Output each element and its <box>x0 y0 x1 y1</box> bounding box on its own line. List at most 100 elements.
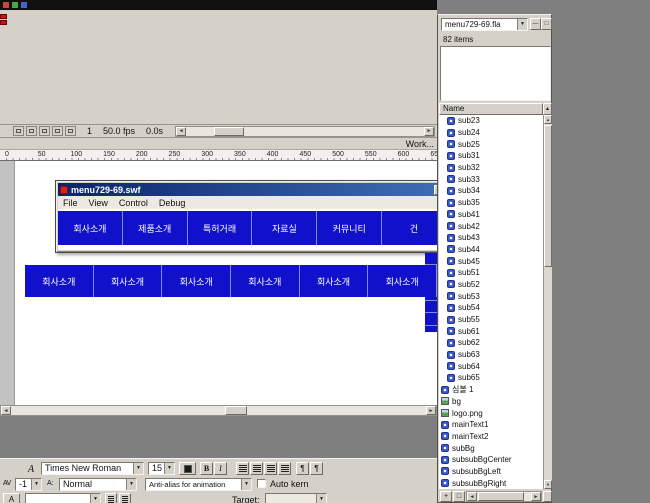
chevron-down-icon[interactable]: ▼ <box>517 19 527 30</box>
nav-menu-item[interactable]: 제품소개 <box>123 211 188 245</box>
library-item[interactable]: sub61 <box>439 325 543 337</box>
library-item[interactable]: subsubBgCenter <box>439 454 543 466</box>
library-item[interactable]: sub54 <box>439 302 543 314</box>
scroll-down-icon[interactable]: ▼ <box>544 480 552 489</box>
char-position-select[interactable]: Normal ▼ <box>59 478 137 491</box>
align-justify-button[interactable] <box>278 462 291 475</box>
library-item[interactable]: subsubBgRight <box>439 477 543 489</box>
new-library-window-button[interactable]: □ <box>541 18 552 30</box>
onion-skin-button[interactable] <box>26 126 37 136</box>
scroll-track[interactable] <box>11 406 426 415</box>
align-left-button[interactable] <box>236 462 249 475</box>
scroll-up-icon[interactable]: ▲ <box>544 115 552 124</box>
chevron-down-icon[interactable]: ▼ <box>90 494 100 503</box>
nav-menu-item[interactable]: 특허거래 <box>188 211 253 245</box>
chevron-down-icon[interactable]: ▼ <box>241 479 251 490</box>
selectable-text-button[interactable] <box>105 493 117 503</box>
library-item[interactable]: sub44 <box>439 244 543 256</box>
chevron-down-icon[interactable]: ▼ <box>316 494 326 503</box>
library-item[interactable]: sub24 <box>439 127 543 139</box>
workspace-label[interactable]: Work... <box>406 139 434 149</box>
menu-item[interactable]: Debug <box>159 198 186 208</box>
swf-preview-window[interactable]: menu729-69.swf FileViewControlDebug 회사소개… <box>55 180 437 253</box>
modify-markers-button[interactable] <box>65 126 76 136</box>
library-item[interactable]: sub45 <box>439 255 543 267</box>
library-item[interactable]: bg <box>439 396 543 408</box>
library-item[interactable]: sub42 <box>439 220 543 232</box>
stage-nav-item[interactable]: 회사소개 <box>368 265 437 297</box>
font-family-select[interactable]: Times New Roman ▼ <box>41 462 144 475</box>
stage-nav-item[interactable]: 회사소개 <box>25 265 94 297</box>
scroll-thumb[interactable] <box>478 492 524 501</box>
library-item[interactable]: sub51 <box>439 267 543 279</box>
auto-kern-checkbox[interactable] <box>257 479 266 488</box>
onion-outlines-button[interactable] <box>39 126 50 136</box>
scroll-track[interactable] <box>477 492 531 501</box>
library-item[interactable]: sub32 <box>439 162 543 174</box>
chevron-down-icon[interactable]: ▼ <box>133 463 143 474</box>
library-item[interactable]: mainText2 <box>439 431 543 443</box>
library-item[interactable]: sub25 <box>439 138 543 150</box>
scroll-thumb[interactable] <box>214 127 244 136</box>
stage-nav-item[interactable]: 회사소개 <box>231 265 300 297</box>
library-item[interactable]: sub52 <box>439 279 543 291</box>
library-item[interactable]: sub63 <box>439 349 543 361</box>
library-horizontal-scrollbar[interactable]: ◄ ► <box>466 491 542 502</box>
scroll-right-icon[interactable]: ► <box>424 127 434 136</box>
paragraph-format-button[interactable]: ¶ <box>296 462 309 475</box>
bold-button[interactable]: B <box>200 462 213 475</box>
italic-button[interactable]: I <box>214 462 227 475</box>
nav-menu-item[interactable]: 건 <box>382 211 437 245</box>
swf-window-title-bar[interactable]: menu729-69.swf <box>58 183 437 196</box>
scroll-thumb[interactable] <box>544 125 552 267</box>
library-item[interactable]: sub41 <box>439 209 543 221</box>
scroll-thumb[interactable] <box>225 406 247 415</box>
new-folder-button[interactable]: □ <box>453 491 465 502</box>
library-item[interactable]: sub65 <box>439 372 543 384</box>
scroll-left-icon[interactable]: ◄ <box>467 492 477 501</box>
library-item[interactable]: logo.png <box>439 407 543 419</box>
pin-library-button[interactable]: — <box>530 18 541 30</box>
stage-area[interactable]: menu729-69.swf File View Control Debug 회사소개… <box>0 161 437 405</box>
font-size-select[interactable]: 15 ▼ <box>148 462 175 475</box>
align-center-button[interactable] <box>250 462 263 475</box>
library-item[interactable]: sub35 <box>439 197 543 209</box>
scroll-left-icon[interactable]: ◄ <box>176 127 186 136</box>
chevron-down-icon[interactable]: ▼ <box>164 463 174 474</box>
nav-menu-item[interactable]: 커뮤니티 <box>317 211 382 245</box>
menu-item[interactable]: View <box>89 198 108 208</box>
url-link-field[interactable]: ▼ <box>25 493 101 503</box>
library-item[interactable]: sub53 <box>439 290 543 302</box>
menu-item[interactable]: File <box>63 198 78 208</box>
scroll-track[interactable] <box>186 127 424 136</box>
stage-horizontal-scrollbar[interactable]: ◄ ► <box>0 405 437 416</box>
library-item[interactable]: sub62 <box>439 337 543 349</box>
text-color-swatch[interactable] <box>179 462 196 475</box>
library-item[interactable]: sub31 <box>439 150 543 162</box>
library-item[interactable]: sub64 <box>439 360 543 372</box>
scroll-right-icon[interactable]: ► <box>531 492 541 501</box>
stage-nav-item[interactable]: 회사소개 <box>94 265 163 297</box>
target-select[interactable]: ▼ <box>265 493 327 503</box>
render-html-button[interactable] <box>119 493 131 503</box>
align-right-button[interactable] <box>264 462 277 475</box>
stage-nav-item[interactable]: 회사소개 <box>300 265 369 297</box>
sort-order-button[interactable]: ▲ <box>543 103 552 115</box>
format-options-button[interactable]: A <box>3 493 20 503</box>
library-vertical-scrollbar[interactable]: ▲ ▼ <box>543 115 552 489</box>
timeline-scrollbar[interactable]: ◄ ► <box>175 126 435 137</box>
chevron-down-icon[interactable]: ▼ <box>126 479 136 490</box>
library-document-select[interactable]: menu729-69.fla ▼ <box>441 18 528 31</box>
menu-item[interactable]: Control <box>119 198 148 208</box>
library-item[interactable]: sub55 <box>439 314 543 326</box>
library-item[interactable]: subsubBgLeft <box>439 466 543 478</box>
text-direction-button[interactable]: ¶ <box>310 462 323 475</box>
library-item[interactable]: sub34 <box>439 185 543 197</box>
edit-multiple-frames-button[interactable] <box>52 126 63 136</box>
library-item[interactable]: subBg <box>439 442 543 454</box>
library-item[interactable]: 심볼 1 <box>439 384 543 396</box>
library-item[interactable]: sub23 <box>439 115 543 127</box>
name-column-header[interactable]: Name <box>439 103 543 115</box>
nav-menu-item[interactable]: 자료실 <box>252 211 317 245</box>
library-item[interactable]: sub43 <box>439 232 543 244</box>
